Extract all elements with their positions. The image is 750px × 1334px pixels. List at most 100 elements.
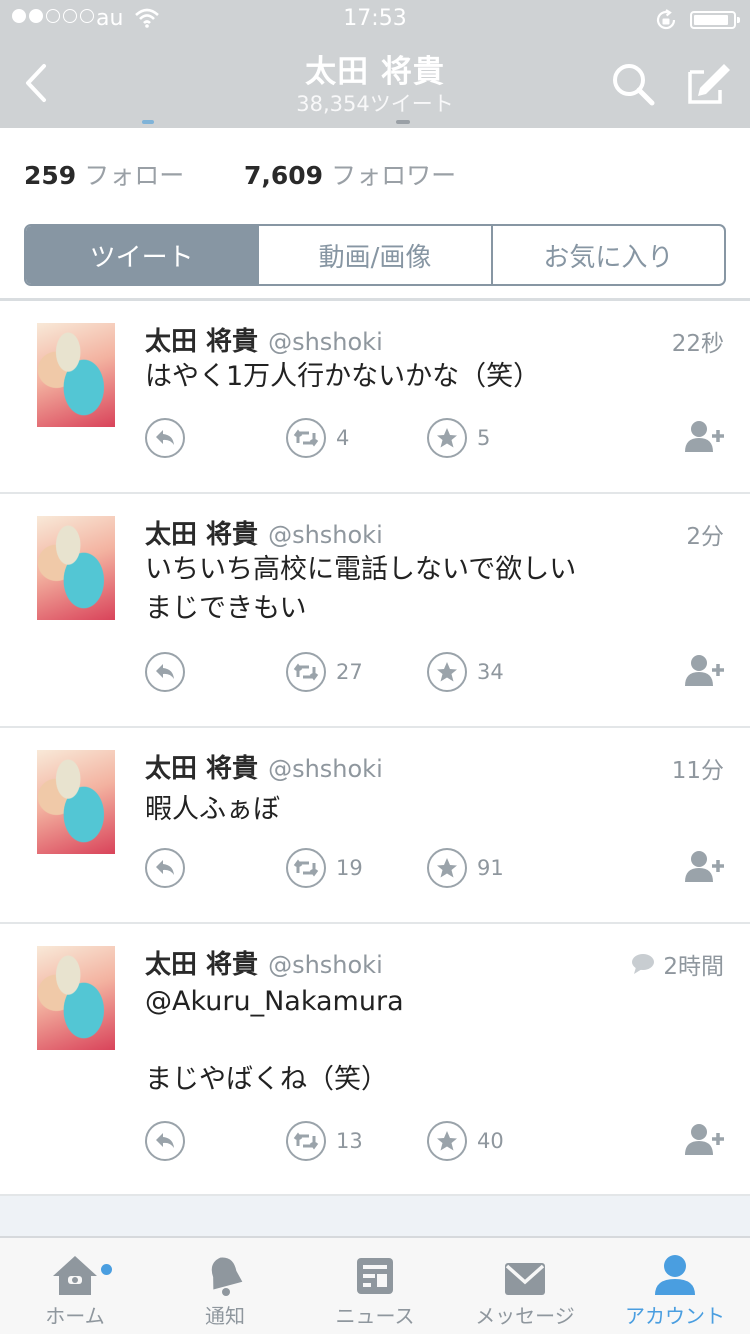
tab-messages[interactable]: メッセージ: [450, 1252, 600, 1329]
star-icon: [437, 662, 457, 682]
favorite-button[interactable]: 91: [427, 848, 504, 888]
news-icon: [357, 1258, 393, 1294]
retweet-icon: [293, 663, 319, 681]
status-bar: au 17:53: [0, 0, 750, 40]
follow-user-icon[interactable]: [685, 1123, 725, 1157]
retweet-count: 13: [336, 1129, 363, 1153]
author-name: 太田 将貴: [145, 327, 259, 357]
tweet-item[interactable]: 太田 将貴 @shshoki 11分 暇人ふぁぼ 19 91: [0, 728, 750, 924]
tweet-text: いちいち高校に電話しないで欲しい まじできもい: [145, 554, 577, 624]
rotation-lock-icon: [656, 9, 676, 30]
retweet-button[interactable]: 27: [286, 652, 363, 692]
tab-home-label: ホーム: [45, 1304, 105, 1328]
segment-media[interactable]: 動画/画像: [257, 226, 490, 284]
compose-button[interactable]: [680, 56, 734, 110]
search-button[interactable]: [606, 58, 660, 112]
new-activity-dot: [101, 1264, 112, 1275]
retweet-icon: [293, 859, 319, 877]
followers-count: 7,609: [244, 161, 324, 190]
conversation-icon: [632, 954, 655, 974]
author-handle: @shshoki: [268, 521, 383, 549]
retweet-button[interactable]: 19: [286, 848, 363, 888]
bell-icon: [211, 1257, 243, 1296]
tweet-time: 2分: [686, 517, 724, 551]
favorite-count: 5: [477, 426, 491, 450]
avatar[interactable]: [37, 750, 115, 854]
follow-user-icon[interactable]: [685, 654, 725, 688]
tweet-author: 太田 将貴 @shshoki: [145, 944, 383, 981]
battery-icon: [690, 11, 740, 29]
follow-user-icon[interactable]: [685, 420, 725, 454]
list-footer-gap: [0, 1196, 750, 1236]
avatar[interactable]: [37, 323, 115, 427]
profile-stats: 259 フォロー 7,609 フォロワー: [0, 120, 750, 218]
star-icon: [437, 858, 457, 878]
tab-bar: ホーム 通知 ニュース メッセージ アカウント: [0, 1236, 750, 1334]
tweet-author: 太田 将貴 @shshoki: [145, 321, 383, 358]
avatar[interactable]: [37, 946, 115, 1050]
avatar[interactable]: [37, 516, 115, 620]
tweet-item[interactable]: 太田 将貴 @shshoki 2分 いちいち高校に電話しないで欲しい まじできもい…: [0, 494, 750, 728]
reply-button[interactable]: [145, 418, 185, 458]
tweet-item[interactable]: 太田 将貴 @shshoki 22秒 はやく1万人行かないかな（笑） 4 5: [0, 301, 750, 494]
tab-notifications[interactable]: 通知: [150, 1252, 300, 1329]
retweet-icon: [293, 1132, 319, 1150]
tweet-text: はやく1万人行かないかな（笑）: [145, 361, 541, 392]
follow-user-icon[interactable]: [685, 850, 725, 884]
tweet-time: 11分: [672, 751, 724, 785]
retweet-count: 19: [336, 856, 363, 880]
favorite-button[interactable]: 34: [427, 652, 504, 692]
favorite-button[interactable]: 40: [427, 1121, 504, 1161]
reply-button[interactable]: [145, 1121, 185, 1161]
tweet-time-text: 22秒: [671, 331, 724, 357]
retweet-count: 4: [336, 426, 350, 450]
tweet-time-text: 2分: [686, 524, 724, 550]
favorite-count: 34: [477, 660, 504, 684]
author-handle: @shshoki: [268, 328, 383, 356]
reply-icon: [156, 664, 174, 679]
envelope-icon: [505, 1263, 545, 1295]
top-bar: au 17:53 太田 将貴 38,354ツイート: [0, 0, 750, 128]
reply-button[interactable]: [145, 652, 185, 692]
tweet-actions: 27 34: [145, 652, 725, 696]
favorite-count: 40: [477, 1129, 504, 1153]
favorite-button[interactable]: 5: [427, 418, 490, 458]
following-count: 259: [24, 161, 77, 190]
star-icon: [437, 428, 457, 448]
following-stat[interactable]: 259 フォロー: [24, 156, 184, 192]
tab-account[interactable]: アカウント: [600, 1252, 750, 1329]
retweet-count: 27: [336, 660, 363, 684]
tab-home[interactable]: ホーム: [0, 1252, 150, 1329]
tab-news-label: ニュース: [335, 1304, 415, 1328]
tab-account-label: アカウント: [625, 1304, 725, 1328]
tab-messages-label: メッセージ: [475, 1304, 575, 1328]
home-icon: [53, 1256, 97, 1295]
tweet-text: @Akuru_Nakamura まじやばくね（笑）: [145, 986, 404, 1095]
favorite-count: 91: [477, 856, 504, 880]
followers-label: フォロワー: [331, 161, 457, 190]
reply-icon: [156, 860, 174, 875]
star-icon: [437, 1131, 457, 1151]
profile-segmented-control: ツイート 動画/画像 お気に入り: [24, 224, 726, 286]
tab-notifications-label: 通知: [205, 1304, 245, 1328]
segment-favorites[interactable]: お気に入り: [490, 226, 724, 284]
tweet-item[interactable]: 太田 将貴 @shshoki 2時間 @Akuru_Nakamura まじやばくね…: [0, 924, 750, 1196]
followers-stat[interactable]: 7,609 フォロワー: [244, 156, 456, 192]
retweet-icon: [293, 429, 319, 447]
author-name: 太田 将貴: [145, 950, 259, 980]
tweet-actions: 4 5: [145, 418, 725, 462]
segment-tweets[interactable]: ツイート: [26, 226, 258, 284]
tweet-time-text: 11分: [671, 758, 724, 784]
tweet-author: 太田 将貴 @shshoki: [145, 748, 383, 785]
reply-icon: [156, 1133, 174, 1148]
retweet-button[interactable]: 13: [286, 1121, 363, 1161]
retweet-button[interactable]: 4: [286, 418, 349, 458]
author-name: 太田 将貴: [145, 754, 259, 784]
tweet-time-text: 2時間: [663, 954, 724, 980]
person-icon: [655, 1255, 695, 1295]
tab-news[interactable]: ニュース: [300, 1252, 450, 1329]
tweet-actions: 19 91: [145, 848, 725, 892]
reply-button[interactable]: [145, 848, 185, 888]
tweet-text: 暇人ふぁぼ: [145, 794, 280, 825]
tweet-time: 22秒: [672, 324, 724, 358]
